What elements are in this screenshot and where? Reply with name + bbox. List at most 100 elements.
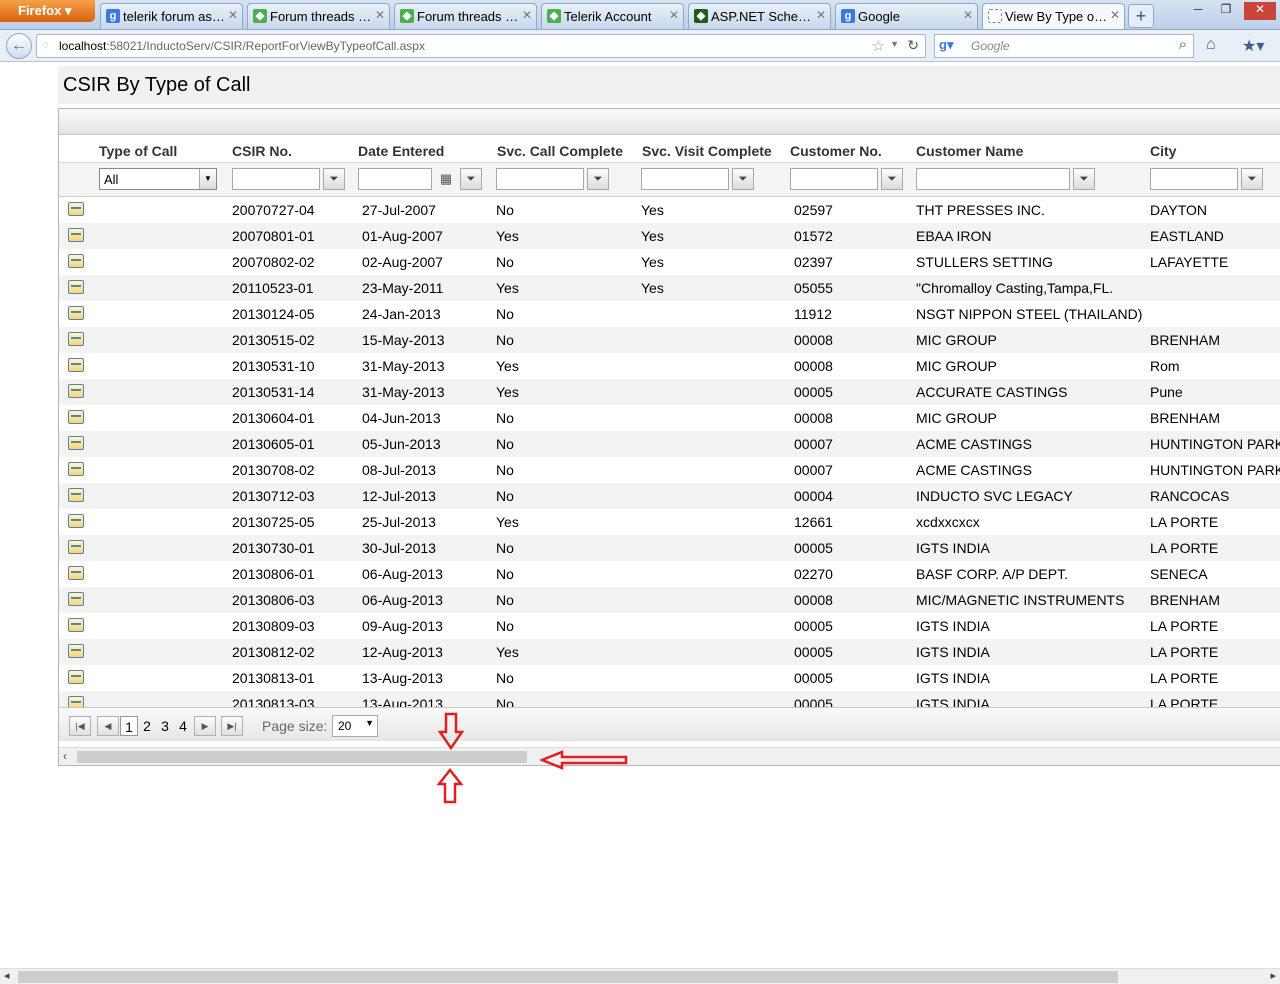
- table-row[interactable]: 20070802-02 02-Aug-2007 No Yes 02397 STULLERS…: [59, 249, 1280, 275]
- last-page-icon[interactable]: ▶|: [221, 716, 243, 736]
- column-header-customer-no[interactable]: Customer No.: [790, 143, 882, 159]
- reload-icon[interactable]: ↻: [907, 37, 919, 54]
- page-number-2[interactable]: 2: [138, 716, 156, 736]
- table-row[interactable]: 20130809-03 09-Aug-2013 No 00005 IGTS INDIA L…: [59, 613, 1280, 639]
- chevron-down-icon[interactable]: ▼: [199, 169, 216, 189]
- close-tab-icon[interactable]: ✕: [963, 8, 973, 22]
- edit-icon[interactable]: [68, 514, 84, 528]
- customer-no-filter-input[interactable]: [790, 168, 878, 190]
- edit-icon[interactable]: [68, 566, 84, 580]
- edit-icon[interactable]: [68, 228, 84, 242]
- table-row[interactable]: 20130124-05 24-Jan-2013 No 11912 NSGT NIPPON…: [59, 301, 1280, 327]
- scroll-right-icon[interactable]: ▸: [1270, 969, 1276, 982]
- close-tab-icon[interactable]: ✕: [375, 8, 385, 22]
- page-horizontal-scrollbar[interactable]: ◂ ▸: [0, 968, 1280, 984]
- home-icon[interactable]: ⌂: [1206, 36, 1216, 54]
- edit-icon[interactable]: [68, 410, 84, 424]
- city-filter-input[interactable]: [1150, 168, 1238, 190]
- grid-horizontal-scrollbar[interactable]: ‹: [59, 747, 1280, 765]
- browser-tab[interactable]: ◆ Telerik Account ✕: [541, 3, 684, 29]
- edit-icon[interactable]: [68, 306, 84, 320]
- edit-icon[interactable]: [68, 618, 84, 632]
- table-row[interactable]: 20130605-01 05-Jun-2013 No 00007 ACME CASTIN…: [59, 431, 1280, 457]
- svc-call-complete-filter-input[interactable]: [496, 168, 584, 190]
- column-header-svc-visit-complete[interactable]: Svc. Visit Complete: [642, 143, 772, 159]
- back-button[interactable]: ←: [6, 33, 32, 59]
- date-entered-filter-input[interactable]: [358, 168, 432, 190]
- close-tab-icon[interactable]: ✕: [816, 8, 826, 22]
- new-tab-button[interactable]: +: [1128, 4, 1154, 28]
- firefox-menu-button[interactable]: Firefox ▾: [0, 0, 95, 22]
- edit-icon[interactable]: [68, 358, 84, 372]
- close-window-icon[interactable]: ✕: [1244, 2, 1276, 20]
- type-of-call-filter-select[interactable]: All ▼: [99, 168, 217, 190]
- table-row[interactable]: 20130531-14 31-May-2013 Yes 00005 ACCURATE C…: [59, 379, 1280, 405]
- calendar-icon[interactable]: ▦: [435, 168, 457, 190]
- customer-name-filter-input[interactable]: [916, 168, 1070, 190]
- edit-icon[interactable]: [68, 254, 84, 268]
- svc-visit-complete-filter-icon[interactable]: ⏷: [732, 168, 754, 190]
- url-bar[interactable]: ◌ localhost:58021/InductoServ/CSIR/Repor…: [36, 34, 926, 58]
- edit-icon[interactable]: [68, 540, 84, 554]
- table-row[interactable]: 20070727-04 27-Jul-2007 No Yes 02597 THT PRES…: [59, 197, 1280, 223]
- customer-name-filter-icon[interactable]: ⏷: [1073, 168, 1095, 190]
- table-row[interactable]: 20130712-03 12-Jul-2013 No 00004 INDUCTO SVC…: [59, 483, 1280, 509]
- restore-icon[interactable]: ❐: [1214, 2, 1238, 20]
- search-field[interactable]: g▾ Google ⌕: [934, 34, 1194, 58]
- edit-icon[interactable]: [68, 332, 84, 346]
- table-row[interactable]: 20130515-02 15-May-2013 No 00008 MIC GROUP BR…: [59, 327, 1280, 353]
- edit-icon[interactable]: [68, 670, 84, 684]
- edit-icon[interactable]: [68, 592, 84, 606]
- date-entered-filter-icon[interactable]: ⏷: [460, 168, 482, 190]
- edit-icon[interactable]: [68, 488, 84, 502]
- city-filter-icon[interactable]: ⏷: [1241, 168, 1263, 190]
- csir-no-filter-input[interactable]: [232, 168, 320, 190]
- table-row[interactable]: 20130806-03 06-Aug-2013 No 00008 MIC/MAGNETI…: [59, 587, 1280, 613]
- edit-icon[interactable]: [68, 384, 84, 398]
- history-dropdown-icon[interactable]: ▼: [890, 39, 899, 49]
- first-page-icon[interactable]: |◀: [69, 716, 91, 736]
- customer-no-filter-icon[interactable]: ⏷: [881, 168, 903, 190]
- previous-page-icon[interactable]: ◀: [97, 716, 119, 736]
- column-header-svc-call-complete[interactable]: Svc. Call Complete: [497, 143, 623, 159]
- edit-icon[interactable]: [68, 436, 84, 450]
- page-number-4[interactable]: 4: [174, 716, 192, 736]
- search-engine-icon[interactable]: g▾: [939, 37, 953, 53]
- scroll-left-icon[interactable]: ◂: [4, 969, 10, 982]
- edit-icon[interactable]: [68, 644, 84, 658]
- svc-visit-complete-filter-input[interactable]: [641, 168, 729, 190]
- table-row[interactable]: 20130725-05 25-Jul-2013 Yes 12661 xcdxxcxcx L…: [59, 509, 1280, 535]
- close-tab-icon[interactable]: ✕: [1110, 8, 1120, 22]
- browser-tab[interactable]: ◆ Forum threads ab... ✕: [394, 3, 537, 29]
- page-size-select[interactable]: 20 ▼: [332, 715, 378, 737]
- close-tab-icon[interactable]: ✕: [669, 8, 679, 22]
- bookmarks-menu-icon[interactable]: ★▾: [1242, 36, 1264, 56]
- close-tab-icon[interactable]: ✕: [522, 8, 532, 22]
- bookmark-star-icon[interactable]: ☆: [872, 37, 885, 55]
- column-header-city[interactable]: City: [1150, 143, 1176, 159]
- browser-tab[interactable]: ◆ Forum threads ab... ✕: [247, 3, 390, 29]
- column-header-type-of-call[interactable]: Type of Call: [99, 143, 177, 159]
- next-page-icon[interactable]: ▶: [194, 716, 216, 736]
- table-row[interactable]: 20130806-01 06-Aug-2013 No 02270 BASF CORP. …: [59, 561, 1280, 587]
- table-row[interactable]: 20130813-01 13-Aug-2013 No 00005 IGTS INDIA L…: [59, 665, 1280, 691]
- grid-scrollbar-thumb[interactable]: [77, 751, 527, 763]
- edit-icon[interactable]: [68, 462, 84, 476]
- table-row[interactable]: 20070801-01 01-Aug-2007 Yes Yes 01572 EBAA IR…: [59, 223, 1280, 249]
- column-header-csir-no[interactable]: CSIR No.: [232, 143, 292, 159]
- csir-no-filter-icon[interactable]: ⏷: [323, 168, 345, 190]
- table-row[interactable]: 20110523-01 23-May-2011 Yes Yes 05055 "Chroma…: [59, 275, 1280, 301]
- browser-tab[interactable]: g Google ✕: [835, 3, 978, 29]
- browser-tab[interactable]: ◆ ASP.NET Schedul... ✕: [688, 3, 831, 29]
- chevron-down-icon[interactable]: ▼: [365, 718, 374, 728]
- svc-call-complete-filter-icon[interactable]: ⏷: [587, 168, 609, 190]
- minimize-icon[interactable]: ─: [1186, 2, 1210, 20]
- page-scrollbar-thumb[interactable]: [18, 971, 1118, 983]
- edit-icon[interactable]: [68, 280, 84, 294]
- close-tab-icon[interactable]: ✕: [228, 8, 238, 22]
- table-row[interactable]: 20130604-01 04-Jun-2013 No 00008 MIC GROUP BR…: [59, 405, 1280, 431]
- table-row[interactable]: 20130730-01 30-Jul-2013 No 00005 IGTS INDIA L…: [59, 535, 1280, 561]
- column-header-date-entered[interactable]: Date Entered: [358, 143, 444, 159]
- scroll-left-icon[interactable]: ‹: [63, 749, 67, 763]
- column-header-customer-name[interactable]: Customer Name: [916, 143, 1023, 159]
